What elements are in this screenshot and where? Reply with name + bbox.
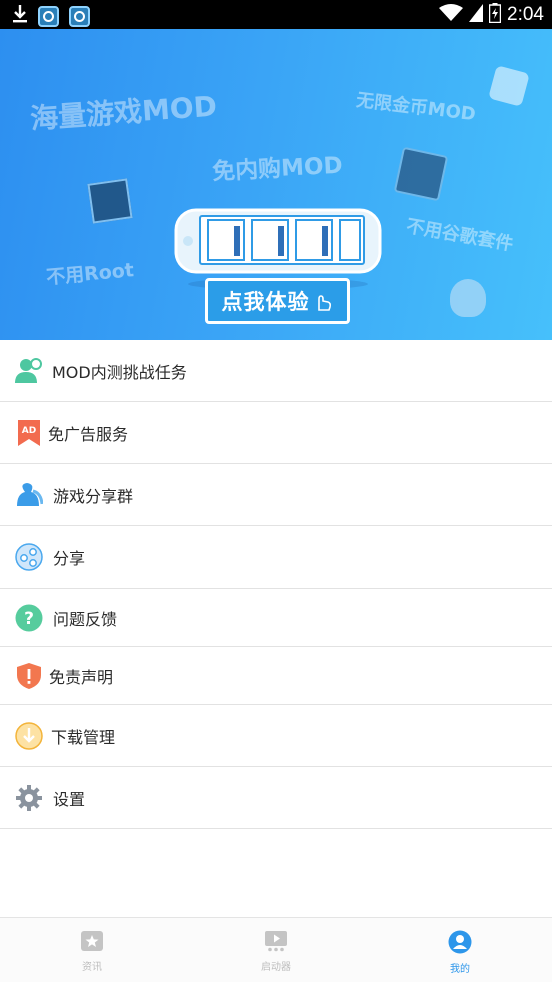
- try-now-label: 点我体验: [221, 290, 310, 314]
- try-now-button[interactable]: 点我体验: [205, 278, 350, 324]
- wifi-icon: [439, 4, 464, 26]
- app-notification-icon-2: [69, 5, 90, 27]
- menu-item-settings[interactable]: 设置: [0, 767, 552, 829]
- menu-item-label: 问题反馈: [53, 609, 118, 629]
- svg-text:?: ?: [24, 609, 34, 629]
- menu-item-ad-free[interactable]: AD 免广告服务: [0, 402, 552, 464]
- group-icon: [15, 481, 43, 509]
- status-bar: 2:04: [0, 0, 552, 29]
- ad-ribbon-icon: AD: [15, 419, 43, 447]
- tab-news[interactable]: 资讯: [0, 918, 184, 982]
- menu-item-label: 分享: [53, 549, 86, 568]
- news-icon: [80, 930, 104, 956]
- menu-item-share[interactable]: 分享: [0, 526, 552, 589]
- battery-icon: [488, 3, 502, 27]
- svg-text:AD: AD: [22, 426, 36, 436]
- robot-icon: [450, 279, 486, 317]
- banner-tagline: 不用谷歌套件: [404, 215, 515, 256]
- bottom-nav: 资讯 启动器 我的: [0, 917, 552, 982]
- shield-alert-icon: [15, 662, 43, 690]
- menu-item-feedback[interactable]: ? 问题反馈: [0, 589, 552, 647]
- banner-tagline: 免内购MOD: [211, 152, 344, 186]
- banner-tagline: 海量游戏MOD: [29, 89, 218, 136]
- tab-profile[interactable]: 我的: [368, 918, 552, 982]
- launcher-icon: [264, 930, 288, 956]
- tab-label: 我的: [450, 964, 470, 975]
- game-thumbnail-icon: [488, 65, 530, 107]
- game-thumbnail-icon: [393, 146, 449, 202]
- profile-icon: [448, 930, 472, 958]
- app-notification-icon: [38, 5, 59, 27]
- game-thumbnail-icon: [87, 178, 133, 224]
- menu-item-label: 免广告服务: [48, 424, 129, 444]
- tab-label: 启动器: [261, 962, 291, 973]
- status-time: 2:04: [507, 4, 544, 25]
- question-icon: ?: [15, 604, 43, 632]
- gear-icon: [15, 784, 43, 812]
- user-challenge-icon: [15, 357, 43, 385]
- download-icon: [15, 721, 43, 750]
- tab-launcher[interactable]: 启动器: [184, 918, 368, 982]
- share-icon: [15, 543, 43, 571]
- menu-item-label: 游戏分享群: [53, 486, 134, 506]
- menu-item-label: MOD内测挑战任务: [52, 362, 187, 382]
- download-notification-icon: [12, 4, 28, 28]
- menu-item-label: 免责声明: [49, 667, 114, 687]
- menu-item-label: 设置: [53, 789, 86, 809]
- menu-item-mod-challenge[interactable]: MOD内测挑战任务: [0, 340, 552, 402]
- menu-item-disclaimer[interactable]: 免责声明: [0, 647, 552, 705]
- banner-tagline: 无限金币MOD: [354, 89, 477, 126]
- hand-pointer-icon: [317, 295, 331, 311]
- menu-item-share-group[interactable]: 游戏分享群: [0, 464, 552, 526]
- signal-icon: [469, 4, 484, 26]
- promo-banner[interactable]: 海量游戏MOD 免内购MOD 无限金币MOD 不用Root 不用谷歌套件 点我体…: [0, 29, 552, 340]
- banner-tagline: 不用Root: [45, 259, 135, 289]
- tab-label: 资讯: [82, 962, 102, 973]
- settings-menu: MOD内测挑战任务 AD 免广告服务 游戏分享群 分享 ? 问题反馈 免责声明: [0, 340, 552, 829]
- menu-item-label: 下载管理: [51, 727, 116, 747]
- menu-item-downloads[interactable]: 下载管理: [0, 705, 552, 767]
